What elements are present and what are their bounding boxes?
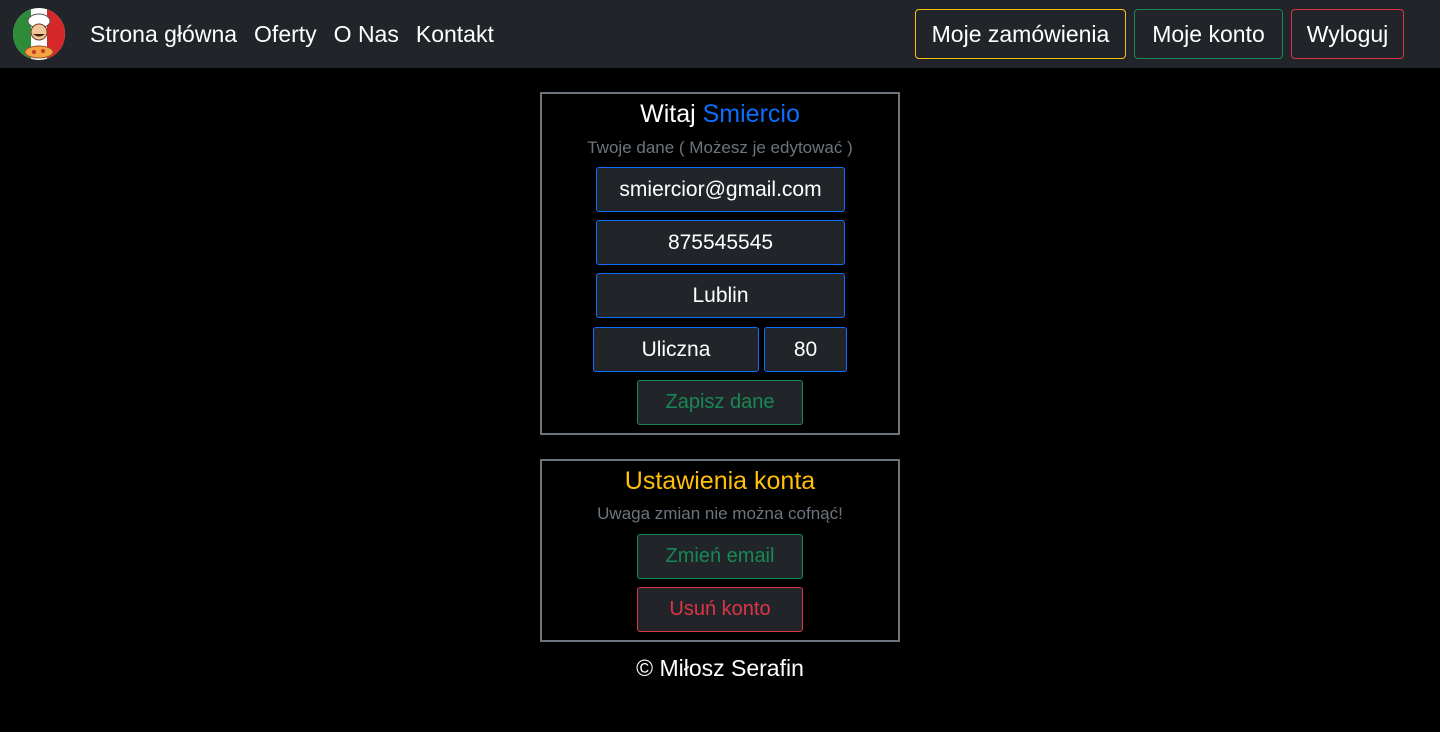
greeting-text: Witaj — [640, 100, 696, 128]
account-settings-panel: Ustawienia konta Uwaga zmian nie można c… — [540, 459, 900, 642]
logout-button[interactable]: Wyloguj — [1291, 9, 1404, 59]
nav-link-contact[interactable]: Kontakt — [416, 21, 494, 48]
change-email-button[interactable]: Zmień email — [637, 534, 803, 579]
profile-subtitle: Twoje dane ( Możesz je edytować ) — [587, 138, 853, 157]
footer-copyright: © Miłosz Serafin — [636, 655, 804, 681]
house-number-field[interactable] — [764, 327, 847, 372]
delete-account-button[interactable]: Usuń konto — [637, 587, 803, 632]
city-field[interactable] — [596, 273, 845, 318]
save-data-button[interactable]: Zapisz dane — [637, 380, 803, 425]
my-account-button[interactable]: Moje konto — [1134, 9, 1283, 59]
settings-title: Ustawienia konta — [624, 467, 816, 495]
username-text: Smiercio — [702, 100, 800, 128]
email-field[interactable] — [596, 167, 845, 212]
phone-field[interactable] — [596, 220, 845, 265]
nav-link-about[interactable]: O Nas — [334, 21, 399, 48]
welcome-heading: Witaj Smiercio — [542, 100, 898, 129]
profile-data-panel: Witaj Smiercio Twoje dane ( Możesz je ed… — [540, 92, 900, 435]
nav-link-home[interactable]: Strona główna — [90, 21, 237, 48]
street-field[interactable] — [593, 327, 759, 372]
my-orders-button[interactable]: Moje zamówienia — [915, 9, 1126, 59]
chef-pizza-logo-icon[interactable] — [13, 8, 65, 60]
navbar: Strona główna Oferty O Nas Kontakt Moje … — [0, 0, 1440, 68]
nav-links: Strona główna Oferty O Nas Kontakt — [90, 0, 511, 68]
settings-warning: Uwaga zmian nie można cofnąć! — [597, 504, 843, 523]
nav-link-offers[interactable]: Oferty — [254, 21, 317, 48]
